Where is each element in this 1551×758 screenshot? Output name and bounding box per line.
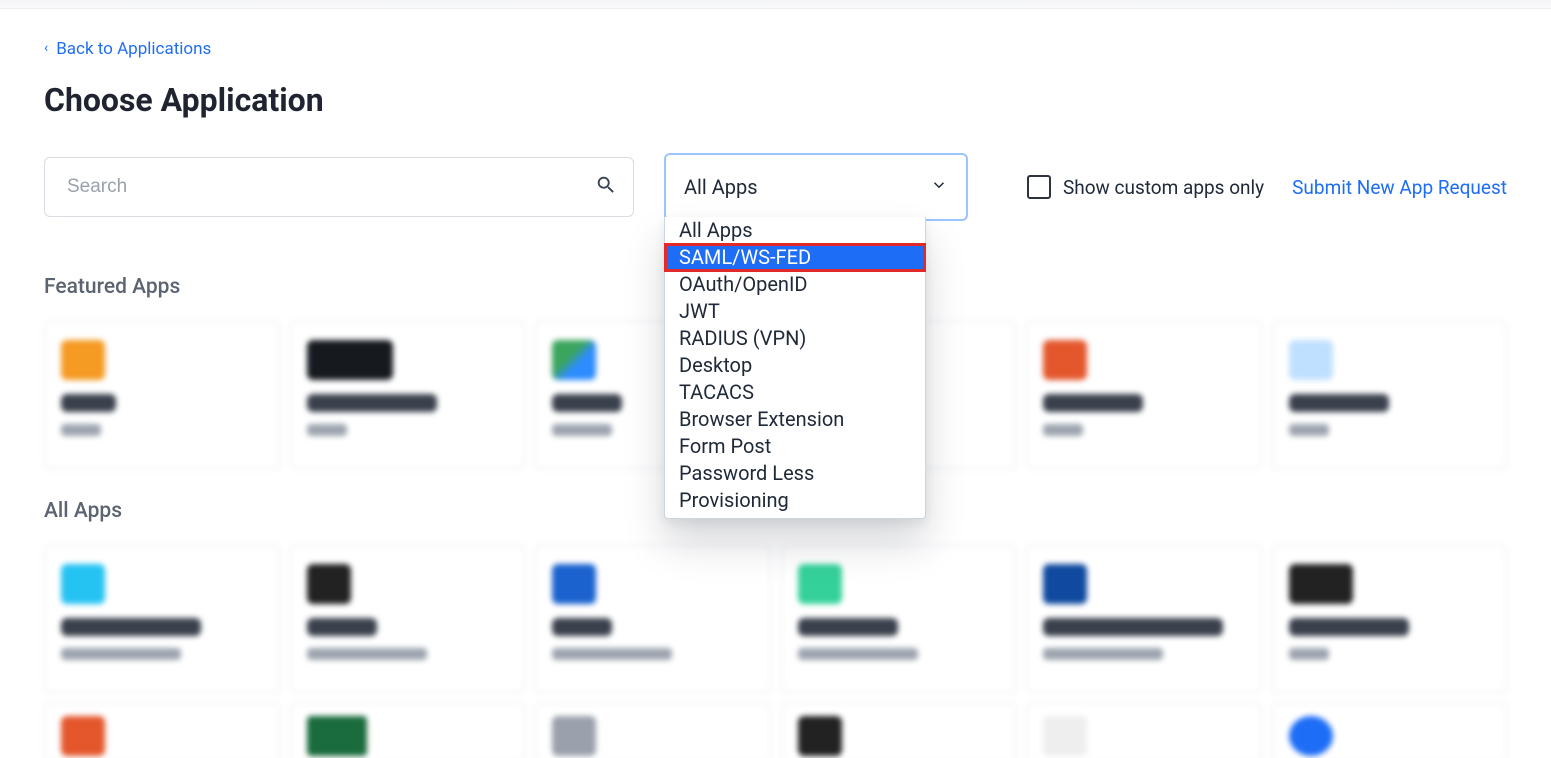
app-card[interactable] <box>290 321 526 469</box>
right-controls: Show custom apps only Submit New App Req… <box>1027 175 1507 199</box>
search-icon <box>595 174 617 200</box>
filter-option[interactable]: RADIUS (VPN) <box>665 325 925 352</box>
app-card[interactable] <box>1272 703 1508 758</box>
checkbox-icon <box>1027 175 1051 199</box>
top-bar <box>0 0 1551 9</box>
app-card[interactable] <box>535 703 771 758</box>
filter-selected-label: All Apps <box>684 175 758 199</box>
filter-option[interactable]: Browser Extension <box>665 406 925 433</box>
filter-option[interactable]: Password Less <box>665 460 925 487</box>
filter-select: All Apps All AppsSAML/WS-FEDOAuth/OpenID… <box>664 153 968 221</box>
filter-option[interactable]: JWT <box>665 298 925 325</box>
chevron-left-icon: ‹ <box>44 40 48 56</box>
back-link-label: Back to Applications <box>56 39 211 59</box>
page-title: Choose Application <box>44 81 1507 119</box>
all-apps-row-1 <box>44 545 1507 693</box>
search-input[interactable] <box>65 175 595 199</box>
filter-dropdown: All AppsSAML/WS-FEDOAuth/OpenIDJWTRADIUS… <box>664 217 926 519</box>
all-apps-row-2 <box>44 703 1507 758</box>
filter-option[interactable]: Desktop <box>665 352 925 379</box>
chevron-down-icon <box>930 175 948 199</box>
filter-option[interactable]: SAML/WS-FED <box>665 244 925 271</box>
app-card[interactable] <box>1272 545 1508 693</box>
back-to-applications-link[interactable]: ‹ Back to Applications <box>44 39 211 59</box>
app-card[interactable] <box>1272 321 1508 469</box>
checkbox-label: Show custom apps only <box>1063 176 1264 199</box>
submit-new-app-request-link[interactable]: Submit New App Request <box>1292 176 1507 199</box>
app-card[interactable] <box>44 321 280 469</box>
app-card[interactable] <box>781 703 1017 758</box>
app-card[interactable] <box>1026 321 1262 469</box>
app-card[interactable] <box>535 545 771 693</box>
page: ‹ Back to Applications Choose Applicatio… <box>0 9 1551 758</box>
app-card[interactable] <box>290 545 526 693</box>
controls-row: All Apps All AppsSAML/WS-FEDOAuth/OpenID… <box>44 153 1507 221</box>
app-card[interactable] <box>1026 545 1262 693</box>
filter-option[interactable]: All Apps <box>665 217 925 244</box>
app-card[interactable] <box>781 545 1017 693</box>
filter-option[interactable]: TACACS <box>665 379 925 406</box>
search-box[interactable] <box>44 157 634 217</box>
filter-select-button[interactable]: All Apps <box>664 153 968 221</box>
show-custom-apps-checkbox[interactable]: Show custom apps only <box>1027 175 1264 199</box>
app-card[interactable] <box>44 703 280 758</box>
app-card[interactable] <box>44 545 280 693</box>
app-card[interactable] <box>1026 703 1262 758</box>
filter-option[interactable]: Form Post <box>665 433 925 460</box>
filter-option[interactable]: OAuth/OpenID <box>665 271 925 298</box>
filter-option[interactable]: Provisioning <box>665 487 925 514</box>
app-card[interactable] <box>290 703 526 758</box>
